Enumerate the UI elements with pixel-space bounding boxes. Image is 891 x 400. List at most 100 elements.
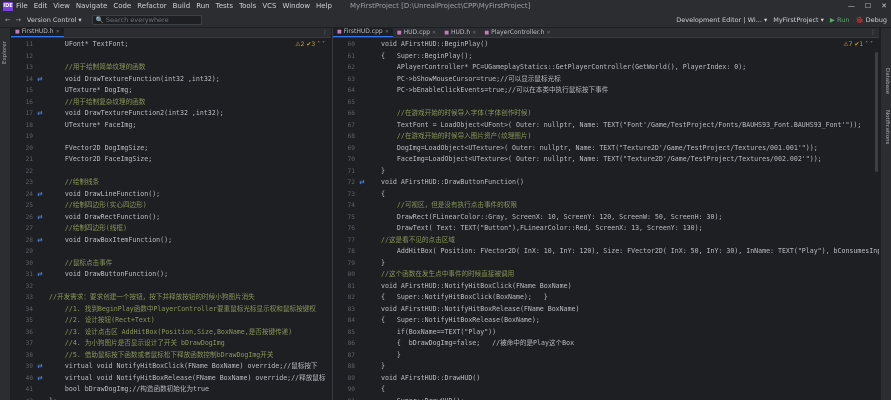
code-text: DogImg=LoadObject<UTexture>( Outer: null…	[381, 143, 818, 152]
close-icon[interactable]: ✕	[881, 0, 887, 12]
menu-item[interactable]: Tools	[239, 2, 256, 10]
minimize-icon[interactable]: —	[848, 0, 855, 12]
code-text: {	[381, 189, 385, 198]
code-line: 34 //1. 找到BeginPlay函数中PlayerController要重…	[11, 304, 331, 316]
menu-item[interactable]: Help	[316, 2, 332, 10]
navigate-declaration-icon[interactable]: ⇄	[35, 189, 45, 201]
code-line: 25 //绘制四边形(实心四边形)	[11, 200, 331, 212]
code-text: UFont* TextFont;	[49, 40, 129, 48]
menu-item[interactable]: Build	[173, 2, 191, 10]
line-number: 16	[25, 98, 33, 106]
code-text: DrawRect(FLinearColor::Gray, ScreenX: 10…	[381, 212, 723, 221]
explorer-tab[interactable]: Explorer	[2, 41, 8, 64]
close-tab-icon[interactable]: ✕	[472, 28, 476, 38]
code-text: { Super::BeginPlay();	[381, 51, 473, 60]
code-editor-right[interactable]: 60 void AFirstHUD::BeginPlay() 61{ Super::…	[333, 39, 879, 400]
close-tab-icon[interactable]: ✕	[385, 28, 389, 37]
line-number: 39	[25, 363, 33, 370]
tabs-more-icon[interactable]: ⋮	[867, 28, 879, 37]
code-line: 11 UFont* TextFont;	[11, 39, 331, 51]
database-tab[interactable]: Database	[884, 68, 890, 94]
navigate-declaration-icon[interactable]: ⇄	[35, 361, 45, 373]
run-button[interactable]: ▶ Run	[830, 16, 850, 24]
code-line: 73 {	[333, 189, 879, 201]
editor-tab[interactable]: ■ FirstHUD.h ✕	[11, 28, 64, 37]
navigate-declaration-icon[interactable]: ⇄	[35, 269, 45, 281]
line-number: 81	[347, 282, 355, 290]
code-text: void DrawLineFunction();	[49, 189, 161, 198]
editor-tab[interactable]: ■ HUD.h ✕	[440, 28, 480, 37]
code-line: 12	[11, 51, 331, 63]
forward-icon[interactable]: →	[15, 16, 20, 24]
code-line: 40 ⇄ virtual void NotifyHitBoxRelease(FNa…	[11, 373, 331, 385]
code-line: 81 void AFirstHUD::NotifyHitBoxClick(FNam…	[333, 281, 879, 293]
code-line: 83 void AFirstHUD::NotifyHitBoxRelease(FN…	[333, 304, 879, 316]
close-tab-icon[interactable]: ✕	[56, 28, 60, 37]
line-number: 67	[347, 121, 355, 129]
editor-tabs-right: ■ FirstHUD.cpp ✕ ■ HUD.cpp ✕ ■ HUD.h ✕ ■ PlayerCon…	[333, 28, 879, 38]
code-line: 18 UTexture* FaceImg;	[11, 120, 331, 132]
cpp-file-icon: ■	[396, 29, 402, 36]
line-number: 63	[347, 75, 355, 83]
menu-item[interactable]: Navigate	[76, 2, 107, 10]
code-editor-left[interactable]: 11 UFont* TextFont; 12 13 //用于绘制简单纹理的函数 14 ⇄…	[11, 39, 331, 400]
code-line: 24 ⇄ void DrawLineFunction();	[11, 189, 331, 201]
editor-tab[interactable]: ■ FirstHUD.cpp ✕	[333, 28, 393, 37]
code-line: 41 bool bDrawDogImg;//构造函数初始化为true	[11, 384, 331, 396]
line-number: 42	[11, 396, 33, 400]
maximize-icon[interactable]: ☐	[865, 0, 871, 12]
menu-item[interactable]: View	[53, 2, 70, 10]
menu-item[interactable]: VCS	[262, 2, 276, 10]
line-number: 74	[347, 202, 355, 209]
navigate-declaration-icon[interactable]: ⇄	[35, 235, 45, 247]
menu-item[interactable]: Edit	[34, 2, 48, 10]
line-number: 24	[25, 190, 33, 198]
code-text: //4. 为小狗图片是否显示设计了开关 bDrawDogImg	[49, 339, 225, 347]
code-text: //绘制四边形(实心四边形)	[49, 201, 147, 209]
code-text: DrawText( Text: TEXT("Button"),FLinearCo…	[381, 224, 703, 232]
editor-scrollbar[interactable]	[875, 52, 878, 172]
code-text: }	[381, 258, 385, 267]
navigate-declaration-icon[interactable]: ⇄	[35, 373, 45, 385]
project-dropdown[interactable]: MyFirstProject ▾	[773, 16, 824, 24]
back-icon[interactable]: ←	[5, 16, 10, 24]
menu-item[interactable]: File	[16, 2, 28, 10]
navigate-declaration-icon[interactable]: ⇄	[357, 177, 367, 189]
code-line: 27 //绘制四边形(线框)	[11, 223, 331, 235]
menu-item[interactable]: Code	[113, 2, 131, 10]
code-line: 32	[11, 281, 331, 293]
editor-tab[interactable]: ■ PlayerController.h ✕	[480, 28, 554, 37]
line-number: 30	[25, 259, 33, 267]
code-line: 61 { Super::BeginPlay();	[333, 51, 879, 63]
code-text: }	[381, 362, 385, 370]
menu-item[interactable]: Refactor	[137, 2, 166, 10]
menu-item[interactable]: Window	[282, 2, 310, 10]
close-tab-icon[interactable]: ✕	[432, 28, 436, 38]
code-line: 38 //5. 借助鼠标按下函数或者鼠标松下释放函数控制bDrawDogImg开…	[11, 350, 331, 362]
title-bar: IDE File Edit View Navigate Code Refactor Buil…	[0, 0, 891, 12]
editor-tab[interactable]: ■ HUD.cpp ✕	[393, 28, 440, 37]
search-everywhere-input[interactable]: 🔍 Search everywhere	[91, 14, 202, 25]
tabs-more-icon[interactable]: ⋮	[319, 28, 331, 37]
navigate-declaration-icon[interactable]: ⇄	[35, 212, 45, 224]
line-number: 78	[347, 248, 355, 255]
code-text: }	[381, 166, 385, 175]
notifications-tab[interactable]: Notifications	[884, 110, 890, 144]
code-text: //这个函数在发生点中事件的时候直接被调用	[381, 270, 515, 278]
tab-label: FirstHUD.h	[21, 28, 54, 35]
code-line: 89 void AFirstHUD::DrawHUD()	[333, 373, 879, 385]
run-config-dropdown[interactable]: Development Editor | Wi... ▾	[676, 16, 767, 24]
debug-button[interactable]: 🐞 Debug	[855, 16, 887, 24]
line-number: 18	[25, 121, 33, 129]
close-tab-icon[interactable]: ✕	[546, 28, 550, 38]
editor-pane-left: ■ FirstHUD.h ✕ ⋮ ⚠2 ✔3 ˄ ˅ 11 UFont* TextFo…	[11, 28, 331, 400]
code-text: FVector2D DogImgSize;	[49, 143, 149, 152]
version-control-button[interactable]: Version Control ▾	[27, 16, 82, 24]
navigate-declaration-icon[interactable]: ⇄	[35, 108, 45, 120]
code-text: void DrawBoxItemFunction();	[49, 235, 173, 244]
code-line: 19	[11, 131, 331, 143]
navigate-declaration-icon[interactable]: ⇄	[35, 74, 45, 86]
menu-item[interactable]: Run	[196, 2, 209, 10]
code-text: AddHitBox( Position: FVector2D( InX: 10,…	[381, 247, 879, 255]
menu-item[interactable]: Tests	[216, 2, 233, 10]
